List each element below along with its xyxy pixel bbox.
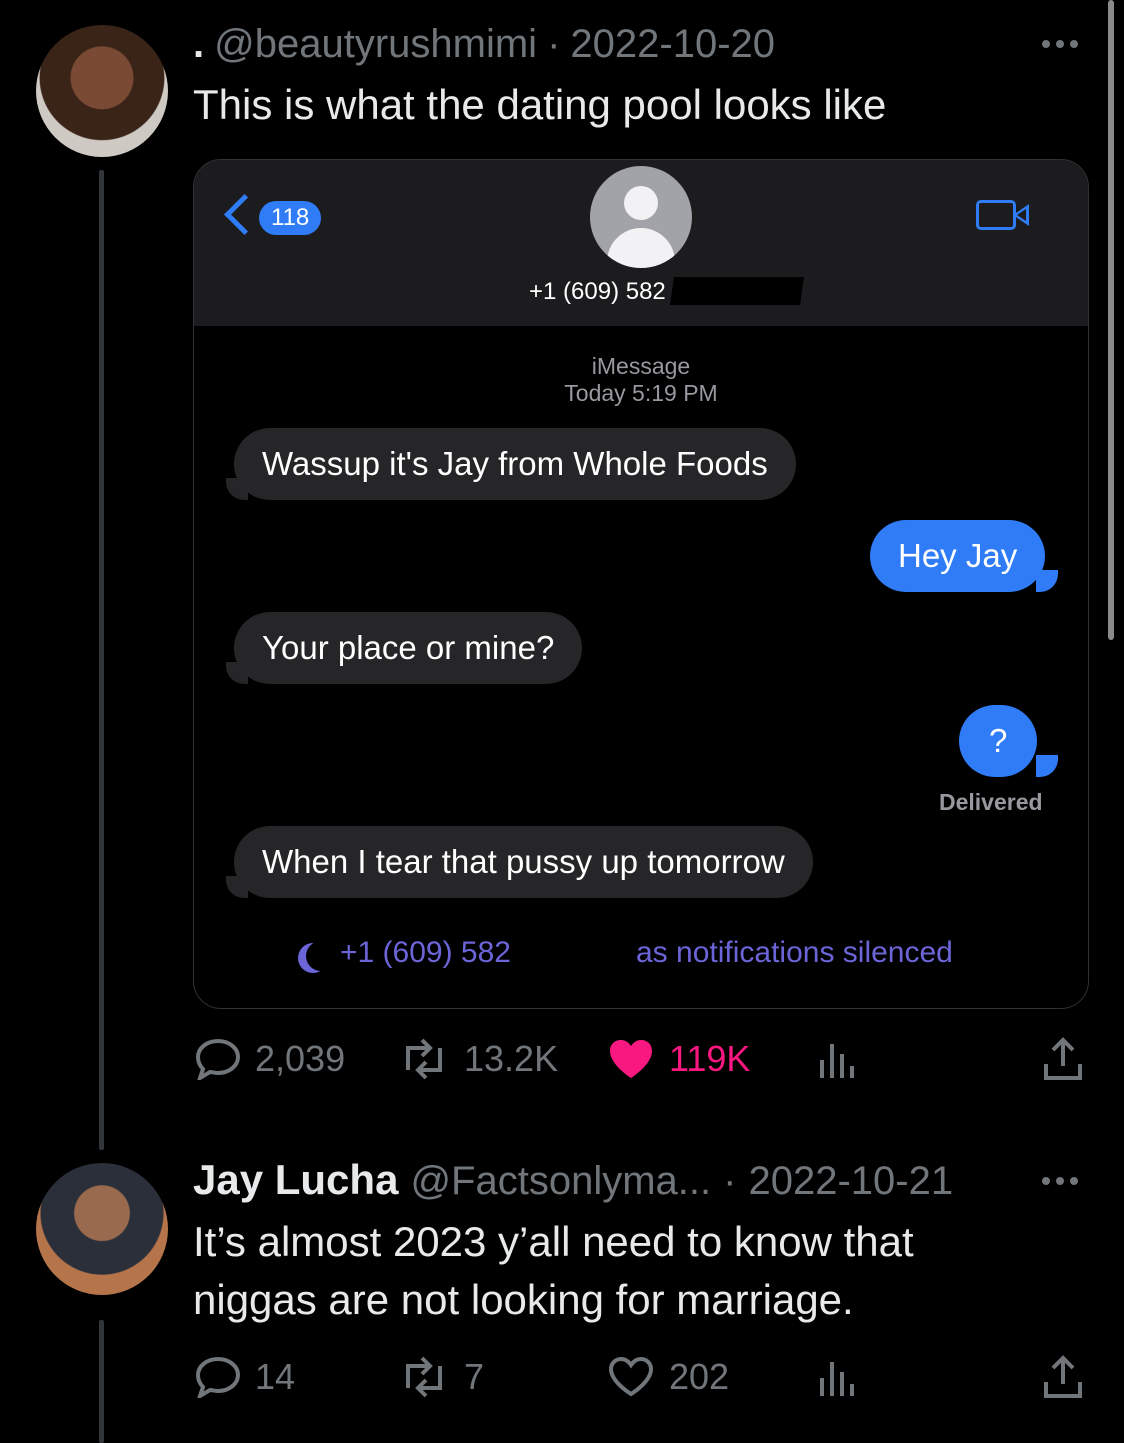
heart-icon [610,1040,652,1078]
message-bubble-in: When I tear that pussy up tomorrow [234,826,813,898]
retweet-button[interactable]: 13.2K [398,1038,558,1080]
redaction-mark [530,936,630,976]
retweet-icon [406,1356,442,1398]
retweet-button[interactable]: 7 [398,1356,484,1398]
views-chart-icon [820,1362,854,1396]
avatar-jay-lucha[interactable] [36,1163,168,1295]
reply-count: 14 [255,1356,296,1397]
message-bubble-in: Wassup it's Jay from Whole Foods [234,428,796,500]
retweet-icon [406,1038,442,1080]
retweet-count: 7 [464,1356,485,1397]
separator: · [723,1159,737,1203]
heart-outline-icon [608,1356,654,1397]
views-button[interactable] [818,1356,872,1398]
like-button[interactable]: 202 [607,1356,729,1398]
tweet-header: . @beautyrushmimi · 2022-10-20 [193,22,775,72]
like-button[interactable]: 119K [607,1038,750,1080]
tweet-text: This is what the dating pool looks like [193,81,887,128]
message-timestamp: Today 5:19 PM [564,380,718,406]
imessage-header: 118 +1 (609) 582 [194,160,1088,326]
message-bubble-out: Hey Jay [870,520,1046,592]
handle[interactable]: @beautyrushmimi [214,22,537,67]
reply-button[interactable]: 2,039 [195,1038,345,1080]
more-options-icon[interactable] [1042,40,1078,48]
reply-icon [195,1356,241,1398]
message-bubble-in: Your place or mine? [234,612,583,684]
share-icon [1044,1355,1082,1398]
bubble-tail [226,876,248,898]
display-name[interactable]: Jay Lucha [193,1156,398,1204]
bubble-tail [226,662,248,684]
display-name[interactable]: . [193,22,204,67]
tweet-header: Jay Lucha @Factsonlyma... · 2022-10-21 [193,1156,953,1208]
more-options-icon[interactable] [1042,1177,1078,1185]
bubble-tail [226,478,248,500]
delivered-status: Delivered [939,789,1043,815]
share-button[interactable] [1042,1036,1098,1082]
unread-badge: 118 [259,201,322,235]
silenced-number: +1 (609) 582 [340,936,511,969]
service-label: iMessage [591,353,691,379]
retweet-count: 13.2K [464,1038,559,1079]
reply-count: 2,039 [255,1038,346,1079]
reply-button[interactable]: 14 [195,1356,295,1398]
share-button[interactable] [1042,1354,1098,1400]
contact-avatar-icon [590,166,692,268]
views-button[interactable] [818,1038,872,1080]
like-count: 202 [669,1356,730,1397]
bubble-tail [1036,570,1058,592]
share-icon [1044,1037,1082,1080]
message-bubble-out: ? [959,705,1038,777]
redaction-mark [670,277,804,305]
tweet-text-line: niggas are not looking for marriage. [193,1276,854,1323]
tweet-text-line: It’s almost 2023 y’all need to know that [193,1218,914,1265]
bubble-tail [1036,755,1058,777]
silenced-notice: as notifications silenced [636,936,953,969]
reply-icon [195,1038,241,1080]
scrollbar[interactable] [1108,0,1114,640]
thread-line [99,1320,104,1443]
handle[interactable]: @Factsonlyma... [410,1159,711,1204]
focus-moon-icon [306,941,336,971]
thread-line [99,170,104,1150]
attached-screenshot[interactable]: 118 +1 (609) 582 iMessage Today 5:19 PM … [193,159,1089,1009]
video-call-icon [976,200,1016,230]
like-count: 119K [669,1038,751,1079]
avatar-beautyrushmimi[interactable] [36,25,168,157]
separator: · [547,22,561,66]
views-chart-icon [820,1044,854,1078]
tweet-date[interactable]: 2022-10-21 [748,1159,953,1204]
tweet-date[interactable]: 2022-10-20 [570,22,775,67]
contact-number: +1 (609) 582 [529,278,666,305]
